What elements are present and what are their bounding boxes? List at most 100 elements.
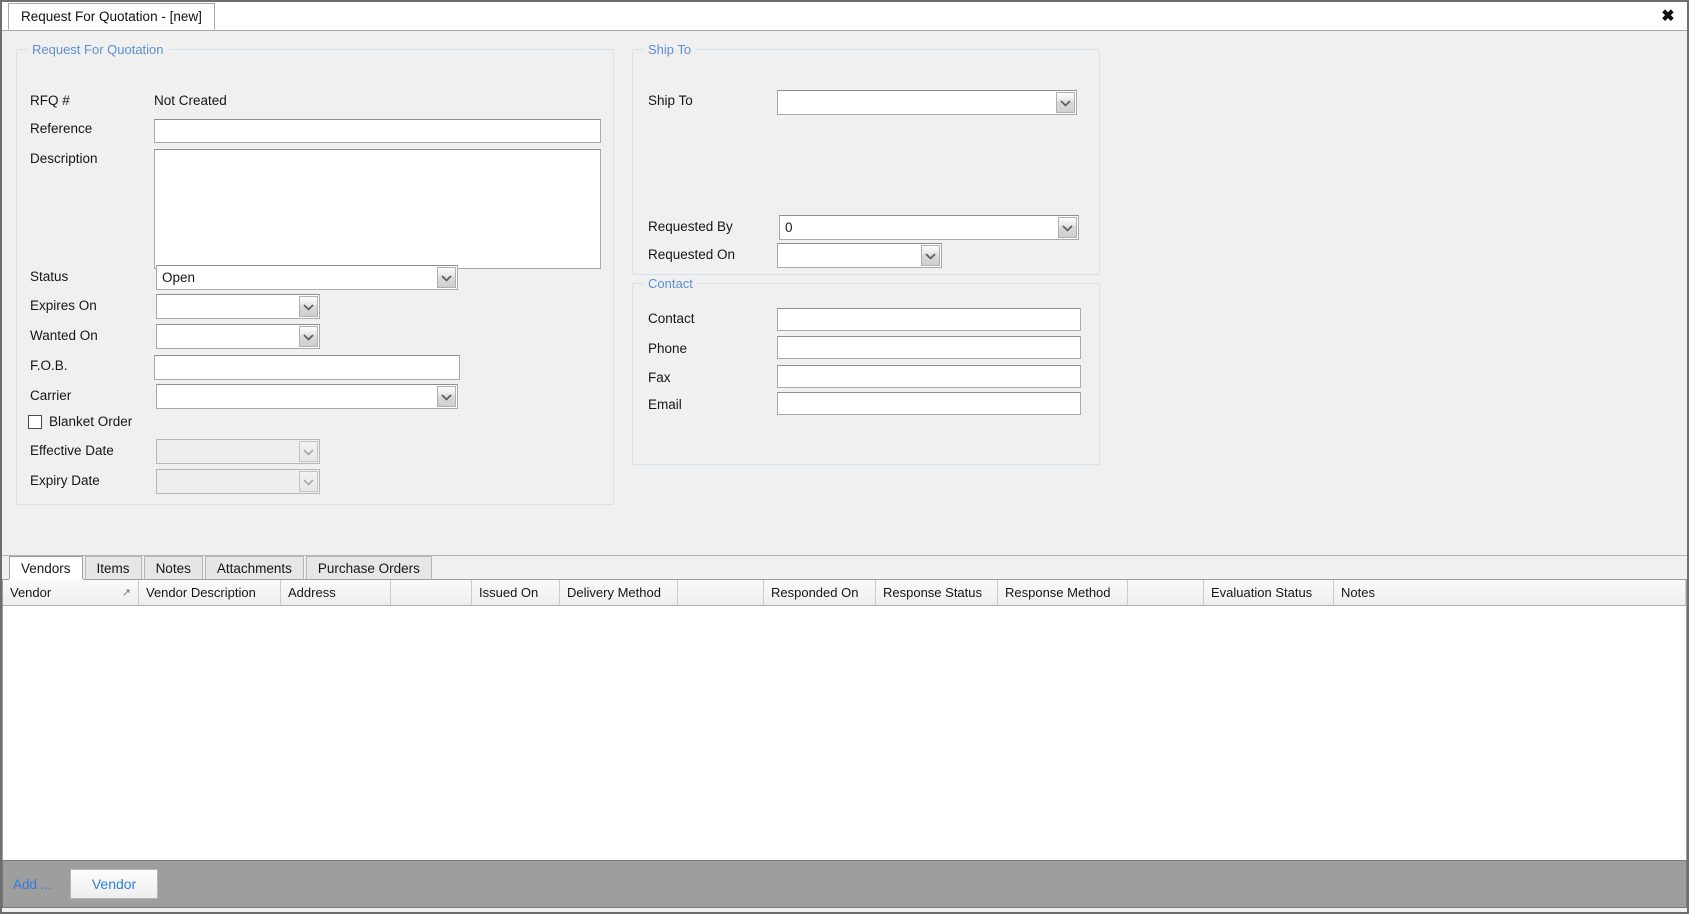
phone-input[interactable] [777,336,1081,359]
chevron-down-icon[interactable] [299,471,318,492]
rfq-number-value: Not Created [154,93,227,108]
form-area: Request For Quotation RFQ # Not Created … [2,31,1687,556]
grid-column-blank-10[interactable] [1128,580,1204,605]
requested-on-value [778,244,921,267]
document-tab-request-for-quotation[interactable]: Request For Quotation - [new] [8,3,215,30]
grid-toolbar: Add ... Vendor [2,860,1687,908]
contact-label: Contact [648,311,695,326]
sort-ascending-icon: ↗ [121,587,131,599]
rfq-number-label: RFQ # [30,93,70,108]
requested-by-label: Requested By [648,219,733,234]
email-label: Email [648,397,682,412]
ship-to-group: Ship To [632,42,1100,275]
bottom-panel: Vendors Items Notes Attachments Purchase Ord… [2,556,1687,908]
grid-column-label: Response Method [1005,585,1111,600]
ship-to-combo-value [778,91,1056,114]
wanted-on-datepicker[interactable] [156,324,320,349]
ship-to-label: Ship To [648,93,693,108]
effective-date-datepicker[interactable] [156,439,320,464]
grid-tab-notes[interactable]: Notes [143,556,203,579]
expires-on-value [157,295,299,318]
rfq-window: Request For Quotation - [new] ✖ Request … [0,0,1689,914]
grid-column-label: Delivery Method [567,585,661,600]
grid-tab-label: Vendors [21,560,71,576]
grid-column-blank-6[interactable] [678,580,764,605]
email-input[interactable] [777,392,1081,415]
wanted-on-label: Wanted On [30,328,98,343]
add-label[interactable]: Add ... [13,877,52,892]
grid-column-blank-3[interactable] [391,580,472,605]
fax-label: Fax [648,370,671,385]
chevron-down-icon[interactable] [1058,217,1077,238]
grid-column-issued-on[interactable]: Issued On [472,580,560,605]
chevron-down-icon[interactable] [299,441,318,462]
expiry-date-label: Expiry Date [30,473,100,488]
grid-column-label: Responded On [771,585,859,600]
carrier-combo-value [157,385,437,408]
grid-column-label: Evaluation Status [1211,585,1313,600]
grid-tab-label: Items [96,560,130,576]
grid-header-row: Vendor ↗ Vendor Description Address Issued O… [3,580,1686,606]
chevron-down-icon[interactable] [299,296,318,317]
document-tab-label: Request For Quotation - [new] [21,9,202,24]
grid-column-vendor-description[interactable]: Vendor Description [139,580,281,605]
grid-column-vendor[interactable]: Vendor ↗ [3,580,139,605]
fax-input[interactable] [777,365,1081,388]
carrier-label: Carrier [30,388,72,403]
grid-tab-items[interactable]: Items [84,556,142,579]
grid-tab-label: Attachments [216,560,292,576]
grid-tab-purchase-orders[interactable]: Purchase Orders [305,556,432,579]
description-textarea[interactable] [154,149,601,269]
requested-by-value: 0 [785,220,793,235]
carrier-combo[interactable] [156,384,458,409]
reference-label: Reference [30,121,93,136]
chevron-down-icon[interactable] [921,245,940,266]
contact-group-title: Contact [643,276,698,291]
grid-tab-label: Purchase Orders [317,560,420,576]
grid-column-address[interactable]: Address [281,580,391,605]
grid-column-label: Response Status [883,585,983,600]
grid-column-responded-on[interactable]: Responded On [764,580,876,605]
grid-column-label: Notes [1341,585,1375,600]
grid-column-label: Vendor [10,585,52,600]
grid-column-evaluation-status[interactable]: Evaluation Status [1204,580,1334,605]
effective-date-value [157,440,299,463]
fob-input[interactable] [154,355,460,380]
fob-label: F.O.B. [30,358,68,373]
grid-body[interactable] [3,606,1686,860]
close-icon[interactable]: ✖ [1653,1,1683,30]
chevron-down-icon[interactable] [437,267,456,288]
description-label: Description [30,151,98,166]
grid-column-label: Address [288,585,336,600]
vendors-grid: Vendor ↗ Vendor Description Address Issued O… [2,580,1687,860]
requested-by-combo[interactable]: 0 [779,215,1079,240]
wanted-on-value [157,325,299,348]
status-combo-value: Open [162,270,196,285]
status-combo[interactable]: Open [156,265,458,290]
grid-tab-vendors[interactable]: Vendors [9,556,83,579]
contact-input[interactable] [777,308,1081,331]
requested-on-datepicker[interactable] [777,243,942,268]
add-vendor-button[interactable]: Vendor [70,869,159,899]
grid-tabstrip: Vendors Items Notes Attachments Purchase Ord… [2,556,1687,580]
request-for-quotation-group-title: Request For Quotation [27,42,169,57]
grid-column-response-method[interactable]: Response Method [998,580,1128,605]
chevron-down-icon[interactable] [1056,92,1075,113]
expires-on-datepicker[interactable] [156,294,320,319]
chevron-down-icon[interactable] [437,386,456,407]
ship-to-combo[interactable] [777,90,1077,115]
grid-column-delivery-method[interactable]: Delivery Method [560,580,678,605]
status-label: Status [30,269,69,284]
grid-column-notes[interactable]: Notes [1334,580,1686,605]
grid-column-label: Vendor Description [146,585,256,600]
grid-tab-label: Notes [155,560,191,576]
expiry-date-datepicker[interactable] [156,469,320,494]
blanket-order-checkbox[interactable]: Blanket Order [28,414,132,429]
chevron-down-icon[interactable] [299,326,318,347]
blanket-order-label: Blanket Order [49,414,133,429]
grid-tab-attachments[interactable]: Attachments [204,556,304,579]
add-vendor-button-label: Vendor [91,876,137,892]
grid-column-response-status[interactable]: Response Status [876,580,998,605]
phone-label: Phone [648,341,688,356]
reference-input[interactable] [154,119,601,143]
